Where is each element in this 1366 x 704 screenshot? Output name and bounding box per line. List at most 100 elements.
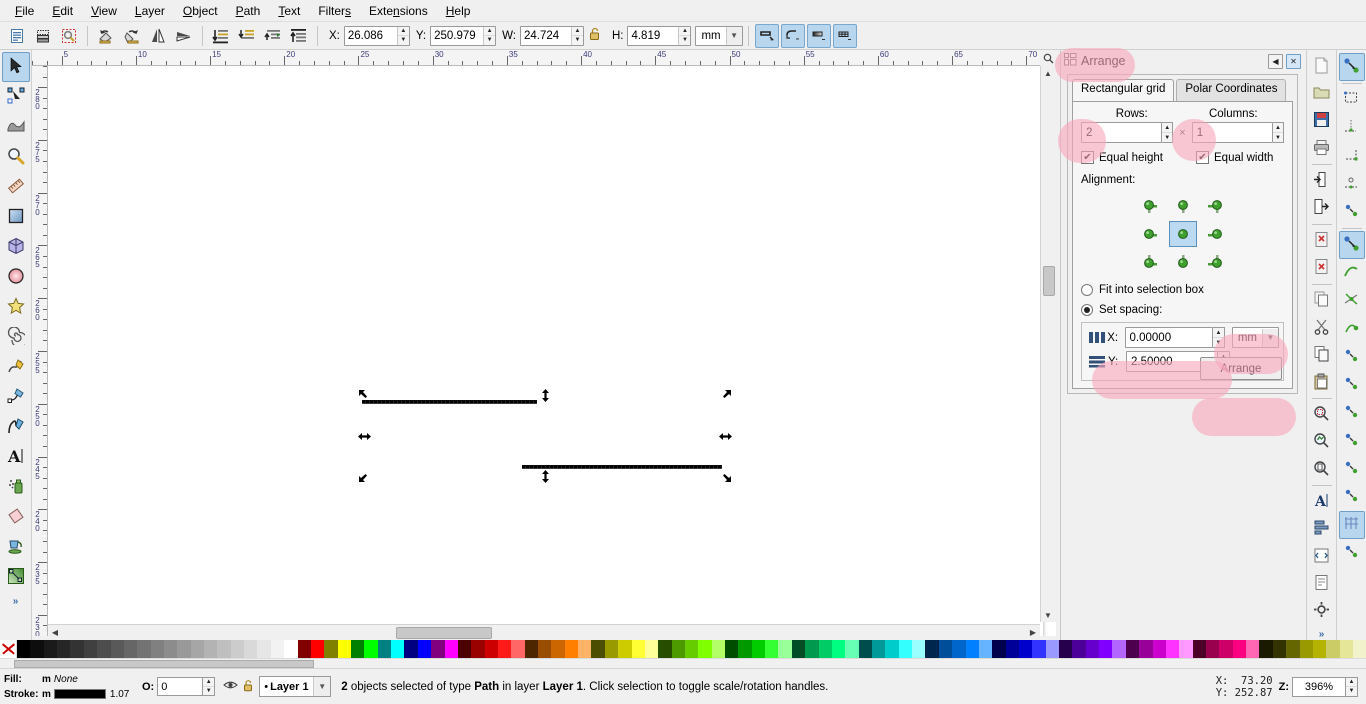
palette-swatch[interactable] bbox=[97, 640, 111, 658]
palette-swatch[interactable] bbox=[444, 640, 458, 658]
palette-swatch[interactable] bbox=[604, 640, 619, 658]
flip-horizontal-icon[interactable] bbox=[146, 24, 170, 48]
menu-layer[interactable]: Layer bbox=[126, 1, 174, 21]
handle-n[interactable] bbox=[539, 389, 552, 402]
canvas-vertical-scrollbar[interactable]: ▲ ▼ bbox=[1040, 66, 1056, 622]
palette-swatch[interactable] bbox=[1232, 640, 1247, 658]
palette-swatch[interactable] bbox=[578, 640, 592, 658]
paste-button[interactable] bbox=[1309, 369, 1335, 396]
document-page[interactable] bbox=[48, 66, 1043, 636]
none-color-swatch[interactable] bbox=[0, 640, 17, 658]
palette-swatch[interactable] bbox=[898, 640, 913, 658]
palette-swatch[interactable] bbox=[1152, 640, 1166, 658]
palette-swatch[interactable] bbox=[738, 640, 752, 658]
lower-icon[interactable] bbox=[235, 24, 259, 48]
palette-swatch[interactable] bbox=[644, 640, 659, 658]
snap-bbox-edge-midpoints-toggle[interactable] bbox=[1339, 170, 1365, 198]
y-stepper[interactable]: ▲ ▼ bbox=[483, 26, 496, 45]
text-tool[interactable]: A bbox=[2, 442, 30, 472]
menu-text[interactable]: Text bbox=[269, 1, 309, 21]
copy-button[interactable] bbox=[1309, 342, 1335, 369]
path-top[interactable] bbox=[362, 400, 537, 404]
palette-swatch[interactable] bbox=[1112, 640, 1126, 658]
open-document-button[interactable] bbox=[1309, 80, 1335, 107]
palette-swatch[interactable] bbox=[310, 640, 325, 658]
vertical-ruler[interactable]: 230 235 240 245 250 255 260 265 270 275 280 bbox=[32, 66, 48, 636]
palette-swatch[interactable] bbox=[123, 640, 138, 658]
palette-swatch[interactable] bbox=[17, 640, 31, 658]
palette-swatch[interactable] bbox=[364, 640, 378, 658]
palette-swatch[interactable] bbox=[337, 640, 351, 658]
palette-swatch[interactable] bbox=[1286, 640, 1300, 658]
palette-swatch[interactable] bbox=[1085, 640, 1100, 658]
rotate-90-cw-icon[interactable] bbox=[120, 24, 144, 48]
snap-smooth-nodes-toggle[interactable] bbox=[1339, 343, 1365, 371]
command-bar-overflow-button[interactable]: » bbox=[1319, 629, 1325, 640]
palette-swatch[interactable] bbox=[1005, 640, 1019, 658]
handle-sw[interactable] bbox=[358, 470, 371, 483]
snap-paths-toggle[interactable] bbox=[1339, 259, 1365, 287]
align-distribute-button[interactable] bbox=[1309, 516, 1335, 543]
scroll-up-icon[interactable]: ▲ bbox=[1041, 66, 1055, 80]
align-anchor-top-right[interactable] bbox=[1203, 192, 1231, 218]
palette-swatch[interactable] bbox=[1139, 640, 1153, 658]
x-input[interactable] bbox=[344, 26, 397, 45]
palette-swatch[interactable] bbox=[471, 640, 485, 658]
canvas[interactable] bbox=[48, 66, 1056, 636]
snap-cusp-nodes-toggle[interactable] bbox=[1339, 315, 1365, 343]
canvas-horizontal-scrollbar[interactable]: ◀ ▶ bbox=[48, 624, 1040, 640]
snap-path-intersections-toggle[interactable] bbox=[1339, 287, 1365, 315]
palette-swatch[interactable] bbox=[1246, 640, 1260, 658]
ruler-corner-zoom-icon[interactable] bbox=[1040, 50, 1056, 66]
palette-swatch[interactable] bbox=[217, 640, 231, 658]
palette-swatch[interactable] bbox=[511, 640, 525, 658]
text-tool-button[interactable]: A bbox=[1309, 488, 1335, 515]
rotate-90-ccw-icon[interactable] bbox=[94, 24, 118, 48]
spacing-x-stepper[interactable]: ▲ ▼ bbox=[1213, 327, 1225, 348]
rows-field[interactable] bbox=[1081, 122, 1163, 143]
collapse-panel-button[interactable]: ◀ bbox=[1268, 53, 1283, 69]
snap-midpoints-toggle[interactable] bbox=[1339, 371, 1365, 399]
raise-to-top-icon[interactable] bbox=[287, 24, 311, 48]
duplicate-button[interactable] bbox=[1309, 287, 1335, 314]
palette-swatch[interactable] bbox=[1072, 640, 1086, 658]
zoom-stepper[interactable]: ▲ ▼ bbox=[1346, 676, 1358, 697]
undo-button[interactable] bbox=[1309, 227, 1335, 254]
zoom-field[interactable] bbox=[1292, 676, 1346, 697]
snap-bounding-box-toggle[interactable] bbox=[1339, 86, 1365, 114]
eraser-tool[interactable] bbox=[2, 502, 30, 532]
scroll-left-icon[interactable]: ◀ bbox=[48, 625, 62, 639]
palette-swatch[interactable] bbox=[83, 640, 98, 658]
palette-swatch[interactable] bbox=[1299, 640, 1313, 658]
palette-swatch[interactable] bbox=[230, 640, 245, 658]
align-anchor-bottom-center[interactable] bbox=[1169, 250, 1197, 276]
palette-swatch[interactable] bbox=[484, 640, 498, 658]
stroke-row[interactable]: Stroke: m 1.07 bbox=[4, 687, 138, 702]
chevron-down-icon[interactable]: ▼ bbox=[1262, 328, 1278, 347]
columns-field[interactable] bbox=[1191, 122, 1273, 143]
equal-width-checkbox[interactable]: ✔ Equal width bbox=[1196, 151, 1273, 164]
w-field[interactable]: ▲▼ bbox=[519, 25, 584, 46]
chevron-down-icon[interactable]: ▼ bbox=[313, 677, 331, 696]
snap-bbox-centers-toggle[interactable] bbox=[1339, 198, 1365, 226]
save-document-button[interactable] bbox=[1309, 108, 1335, 135]
palette-swatch[interactable] bbox=[137, 640, 151, 658]
palette-swatch[interactable] bbox=[938, 640, 953, 658]
zoom-selection-button[interactable] bbox=[1309, 401, 1335, 428]
align-anchor-middle-right[interactable] bbox=[1203, 221, 1231, 247]
palette-swatch[interactable] bbox=[30, 640, 44, 658]
preferences-button[interactable] bbox=[1309, 598, 1335, 625]
palette-swatch[interactable] bbox=[417, 640, 432, 658]
columns-stepper[interactable]: ▲ ▼ bbox=[1272, 122, 1284, 143]
layers-icon[interactable] bbox=[31, 24, 55, 48]
align-anchor-center-center[interactable] bbox=[1168, 221, 1197, 247]
lock-open-icon[interactable] bbox=[243, 679, 254, 695]
affect-gradients-toggle[interactable] bbox=[806, 23, 831, 48]
zoom-tool[interactable] bbox=[2, 142, 30, 172]
palette-swatch[interactable] bbox=[978, 640, 993, 658]
palette-scroll-thumb[interactable] bbox=[14, 660, 314, 668]
palette-swatch[interactable] bbox=[1192, 640, 1206, 658]
align-anchor-top-center[interactable] bbox=[1169, 192, 1197, 218]
palette-swatch[interactable] bbox=[257, 640, 271, 658]
horizontal-ruler[interactable]: 5 10 15 20 25 30 35 40 45 50 55 60 65 70 bbox=[32, 50, 1056, 66]
